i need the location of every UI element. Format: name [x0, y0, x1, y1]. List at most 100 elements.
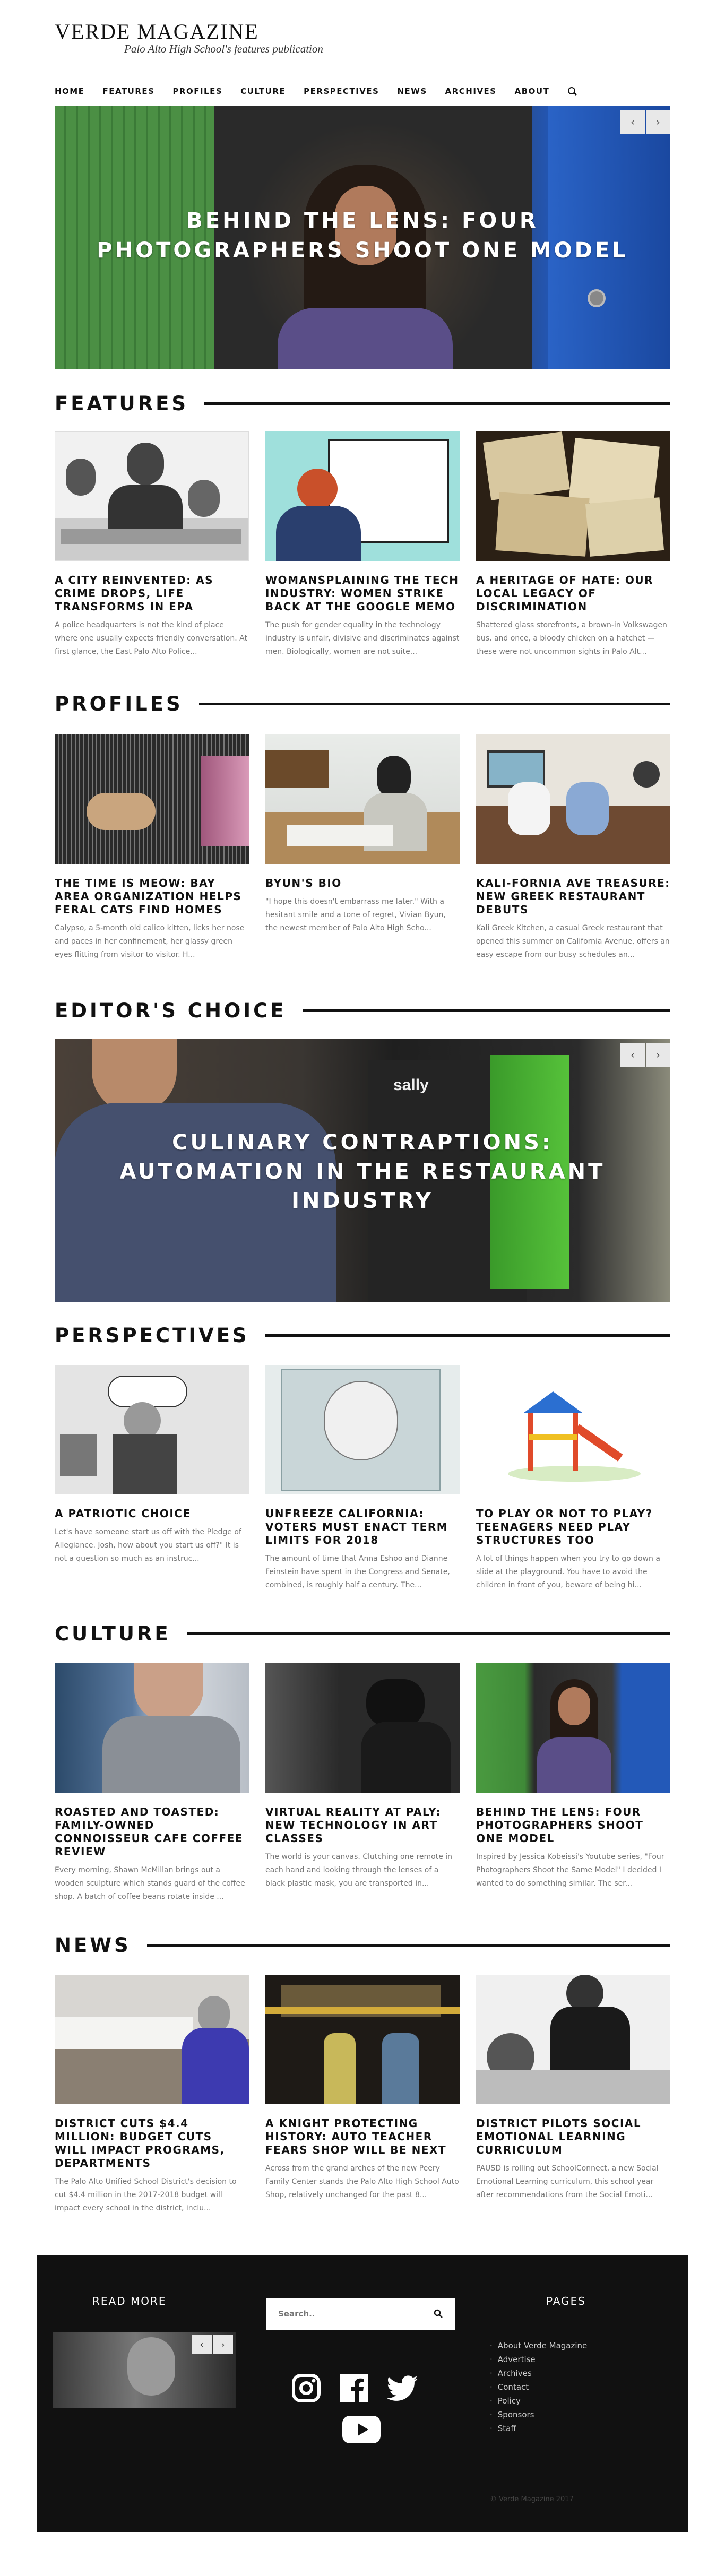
culture-card-3-title[interactable]: BEHIND THE LENS: FOUR PHOTOGRAPHERS SHOO… [476, 1805, 670, 1845]
youtube-icon[interactable] [342, 2416, 381, 2445]
perspectives-card-3-excerpt: A lot of things happen when you try to g… [476, 1554, 660, 1589]
perspectives-card-1-image[interactable] [55, 1365, 249, 1494]
profiles-card-1-image[interactable] [55, 734, 249, 864]
nav-profiles[interactable]: PROFILES [172, 87, 222, 96]
section-rule [198, 702, 670, 705]
footer-search-input[interactable] [278, 2309, 405, 2319]
profiles-card-2-title[interactable]: BYUN'S BIO [265, 877, 460, 890]
editors-choice-title-line2[interactable]: AUTOMATION IN THE RESTAURANT [55, 1157, 670, 1187]
twitter-icon[interactable] [386, 2373, 419, 2405]
profiles-card-3-title[interactable]: KALI-FORNIA AVE TREASURE: NEW GREEK REST… [476, 877, 670, 917]
page-link-contact[interactable]: Contact [490, 2381, 587, 2394]
nav-culture[interactable]: CULTURE [240, 87, 286, 96]
perspectives-card-3-title[interactable]: TO PLAY OR NOT TO PLAY? TEENAGERS NEED P… [476, 1507, 670, 1547]
news-card-2-image[interactable] [265, 1975, 460, 2104]
features-card-1-title[interactable]: A CITY REINVENTED: AS CRIME DROPS, LIFE … [55, 574, 249, 613]
news-card-1-image[interactable] [55, 1975, 249, 2104]
section-rule [204, 402, 670, 405]
editors-choice-next-button[interactable]: › [646, 1043, 670, 1067]
read-more-heading: READ MORE [92, 2295, 167, 2307]
page-link-advertise[interactable]: Advertise [490, 2353, 587, 2366]
editors-choice-heading[interactable]: EDITOR'S CHOICE [55, 999, 287, 1022]
profiles-card-2-image[interactable] [265, 734, 460, 864]
hero-next-button[interactable]: › [646, 110, 670, 134]
profiles-card-1[interactable]: THE TIME IS MEOW: BAY AREA ORGANIZATION … [55, 734, 249, 962]
news-card-3[interactable]: DISTRICT PILOTS SOCIAL EMOTIONAL LEARNIN… [476, 1975, 670, 2215]
editors-choice-prev-button[interactable]: ‹ [620, 1043, 645, 1067]
page-link-archives[interactable]: Archives [490, 2367, 587, 2380]
perspectives-card-2-title[interactable]: UNFREEZE CALIFORNIA: VOTERS MUST ENACT T… [265, 1507, 460, 1547]
news-card-2-excerpt: Across from the grand arches of the new … [265, 2164, 459, 2199]
profiles-card-3-image[interactable] [476, 734, 670, 864]
features-card-2-title[interactable]: WOMANSPLAINING THE TECH INDUSTRY: WOMEN … [265, 574, 460, 613]
page-link-about[interactable]: About Verde Magazine [490, 2339, 588, 2353]
read-more-next-button[interactable]: › [213, 2335, 233, 2354]
page-link-sponsors[interactable]: Sponsors [490, 2408, 587, 2422]
news-card-1-title[interactable]: DISTRICT CUTS $4.4 MILLION: BUDGET CUTS … [55, 2117, 249, 2170]
nav-news[interactable]: NEWS [397, 87, 427, 96]
hero-title-line1[interactable]: BEHIND THE LENS: FOUR [55, 206, 670, 236]
page-link-staff[interactable]: Staff [490, 2422, 587, 2435]
news-heading[interactable]: NEWS [55, 1934, 131, 1957]
culture-card-2-title[interactable]: VIRTUAL REALITY AT PALY: NEW TECHNOLOGY … [265, 1805, 460, 1845]
read-more-slider[interactable]: ‹ › [53, 2332, 236, 2408]
features-card-3-image[interactable] [476, 431, 670, 561]
news-card-2[interactable]: A KNIGHT PROTECTING HISTORY: AUTO TEACHE… [265, 1975, 460, 2215]
editors-choice-slider[interactable]: sally CULINARY CONTRAPTIONS: AUTOMATION … [55, 1039, 670, 1302]
culture-card-1[interactable]: ROASTED AND TOASTED: FAMILY-OWNED CONNOI… [55, 1663, 249, 1904]
perspectives-card-1[interactable]: A PATRIOTIC CHOICE Let's have someone st… [55, 1365, 249, 1592]
sally-sign: sally [393, 1076, 429, 1094]
site-title[interactable]: VERDE MAGAZINE [55, 20, 670, 44]
perspectives-heading[interactable]: PERSPECTIVES [55, 1324, 249, 1347]
nav-features[interactable]: FEATURES [102, 87, 154, 96]
culture-card-3[interactable]: BEHIND THE LENS: FOUR PHOTOGRAPHERS SHOO… [476, 1663, 670, 1904]
hero-prev-button[interactable]: ‹ [620, 110, 645, 134]
nav-perspectives[interactable]: PERSPECTIVES [304, 87, 379, 96]
perspectives-card-1-title[interactable]: A PATRIOTIC CHOICE [55, 1507, 249, 1520]
profiles-card-2[interactable]: BYUN'S BIO "I hope this doesn't embarras… [265, 734, 460, 962]
news-card-1[interactable]: DISTRICT CUTS $4.4 MILLION: BUDGET CUTS … [55, 1975, 249, 2215]
editors-choice-title-line1[interactable]: CULINARY CONTRAPTIONS: [55, 1128, 670, 1157]
features-card-1-image[interactable] [55, 431, 249, 561]
features-heading[interactable]: FEATURES [55, 392, 188, 415]
perspectives-card-2-image[interactable] [265, 1365, 460, 1494]
culture-heading[interactable]: CULTURE [55, 1622, 171, 1645]
features-card-1-excerpt: A police headquarters is not the kind of… [55, 621, 247, 656]
news-card-3-title[interactable]: DISTRICT PILOTS SOCIAL EMOTIONAL LEARNIN… [476, 2117, 670, 2157]
editors-choice-title-line3[interactable]: INDUSTRY [55, 1187, 670, 1216]
nav-home[interactable]: HOME [55, 87, 84, 96]
news-card-2-title[interactable]: A KNIGHT PROTECTING HISTORY: AUTO TEACHE… [265, 2117, 460, 2157]
profiles-section: PROFILES THE TIME IS MEOW: BAY AREA ORGA… [55, 693, 670, 962]
profiles-card-1-title[interactable]: THE TIME IS MEOW: BAY AREA ORGANIZATION … [55, 877, 249, 917]
search-icon[interactable] [567, 87, 577, 96]
nav-about[interactable]: ABOUT [515, 87, 550, 96]
perspectives-card-3[interactable]: TO PLAY OR NOT TO PLAY? TEENAGERS NEED P… [476, 1365, 670, 1592]
news-heading-row: NEWS [55, 1934, 670, 1957]
culture-card-2[interactable]: VIRTUAL REALITY AT PALY: NEW TECHNOLOGY … [265, 1663, 460, 1904]
read-more-prev-button[interactable]: ‹ [192, 2335, 212, 2354]
features-card-3-title[interactable]: A HERITAGE OF HATE: OUR LOCAL LEGACY OF … [476, 574, 670, 613]
hero-slider[interactable]: BEHIND THE LENS: FOUR PHOTOGRAPHERS SHOO… [55, 106, 670, 369]
profiles-heading[interactable]: PROFILES [55, 693, 183, 715]
perspectives-card-1-excerpt: Let's have someone start us off with the… [55, 1528, 241, 1563]
footer-search[interactable] [266, 2298, 455, 2330]
instagram-icon[interactable] [291, 2373, 321, 2405]
hero-title-line2[interactable]: PHOTOGRAPHERS SHOOT ONE MODEL [55, 236, 670, 265]
features-card-1[interactable]: A CITY REINVENTED: AS CRIME DROPS, LIFE … [55, 431, 249, 659]
culture-card-3-image[interactable] [476, 1663, 670, 1793]
culture-card-1-title[interactable]: ROASTED AND TOASTED: FAMILY-OWNED CONNOI… [55, 1805, 249, 1858]
culture-card-1-image[interactable] [55, 1663, 249, 1793]
page-link-policy[interactable]: Policy [490, 2395, 587, 2408]
features-card-3[interactable]: A HERITAGE OF HATE: OUR LOCAL LEGACY OF … [476, 431, 670, 659]
culture-card-3-excerpt: Inspired by Jessica Kobeissi's Youtube s… [476, 1853, 664, 1888]
nav-archives[interactable]: ARCHIVES [445, 87, 497, 96]
footer-search-icon[interactable] [434, 2309, 443, 2319]
perspectives-card-2[interactable]: UNFREEZE CALIFORNIA: VOTERS MUST ENACT T… [265, 1365, 460, 1592]
culture-card-2-image[interactable] [265, 1663, 460, 1793]
profiles-card-3[interactable]: KALI-FORNIA AVE TREASURE: NEW GREEK REST… [476, 734, 670, 962]
facebook-icon[interactable] [339, 2373, 369, 2405]
features-card-2-image[interactable] [265, 431, 460, 561]
features-card-2[interactable]: WOMANSPLAINING THE TECH INDUSTRY: WOMEN … [265, 431, 460, 659]
news-card-3-image[interactable] [476, 1975, 670, 2104]
perspectives-card-3-image[interactable] [476, 1365, 670, 1494]
